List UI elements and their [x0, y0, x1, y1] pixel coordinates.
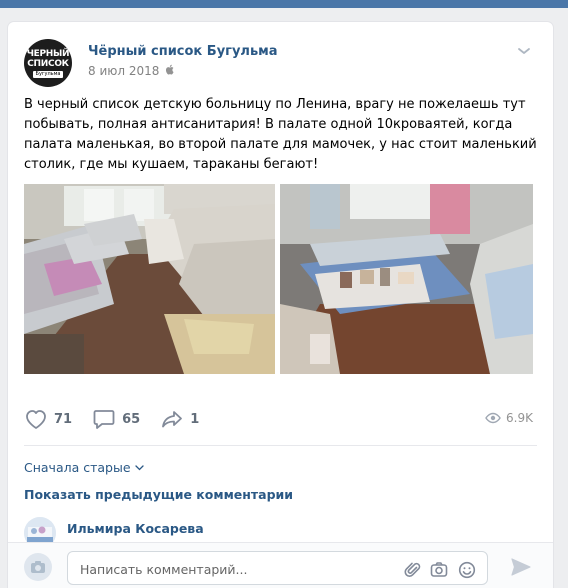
top-navigation-bar: [0, 0, 568, 8]
post-actions: 71 65 1: [24, 406, 219, 432]
post-photo-mothers-room[interactable]: [280, 184, 533, 374]
post-card: ЧЕРНЫЙ СПИСОК Бугульма Чёрный список Буг…: [8, 22, 553, 588]
apple-icon: [165, 64, 174, 78]
comment-composer: [8, 542, 553, 588]
avatar-text-line1: ЧЕРНЫЙ: [26, 48, 70, 59]
divider: [24, 445, 537, 446]
paperclip-icon[interactable]: [404, 561, 422, 579]
comment-button[interactable]: 65: [92, 408, 140, 430]
mothers-room-photo-image: [280, 184, 533, 374]
post-photo-ward[interactable]: [24, 184, 275, 374]
camera-icon: [31, 561, 45, 573]
show-previous-comments-link[interactable]: Показать предыдущие комментарии: [24, 487, 293, 502]
commenter-name[interactable]: Ильмира Косарева: [67, 521, 204, 536]
chevron-down-icon: [134, 464, 144, 470]
comments-sort-toggle[interactable]: Сначала старые: [24, 460, 144, 475]
views-count: 6.9K: [506, 411, 533, 425]
post-text: В черный список детскую больницу по Лени…: [24, 97, 537, 172]
share-count: 1: [190, 411, 200, 427]
comment-input[interactable]: [80, 560, 390, 578]
post-author[interactable]: Чёрный список Бугульма: [88, 44, 278, 59]
eye-icon: [485, 412, 501, 424]
camera-icon[interactable]: [430, 561, 448, 579]
avatar-text-line3: Бугульма: [32, 70, 64, 78]
share-button[interactable]: 1: [160, 408, 199, 430]
ward-photo-image: [24, 184, 275, 374]
comment-icon: [93, 410, 115, 429]
chevron-down-icon[interactable]: [517, 46, 531, 56]
heart-icon: [26, 410, 46, 429]
post-date[interactable]: 8 июл 2018: [88, 64, 159, 78]
like-button[interactable]: 71: [24, 408, 72, 430]
avatar-text-line2: СПИСОК: [27, 58, 69, 69]
share-icon: [162, 411, 183, 428]
views-counter: 6.9K: [485, 411, 533, 425]
post-date-row: 8 июл 2018: [88, 64, 174, 78]
sort-label: Сначала старые: [24, 460, 131, 475]
send-icon[interactable]: [510, 557, 532, 577]
comment-input-box[interactable]: [67, 551, 488, 585]
group-avatar[interactable]: ЧЕРНЫЙ СПИСОК Бугульма: [24, 39, 72, 87]
like-count: 71: [54, 411, 73, 427]
comment-count: 65: [122, 411, 141, 427]
my-avatar[interactable]: [24, 553, 52, 581]
emoji-icon[interactable]: [458, 561, 476, 579]
